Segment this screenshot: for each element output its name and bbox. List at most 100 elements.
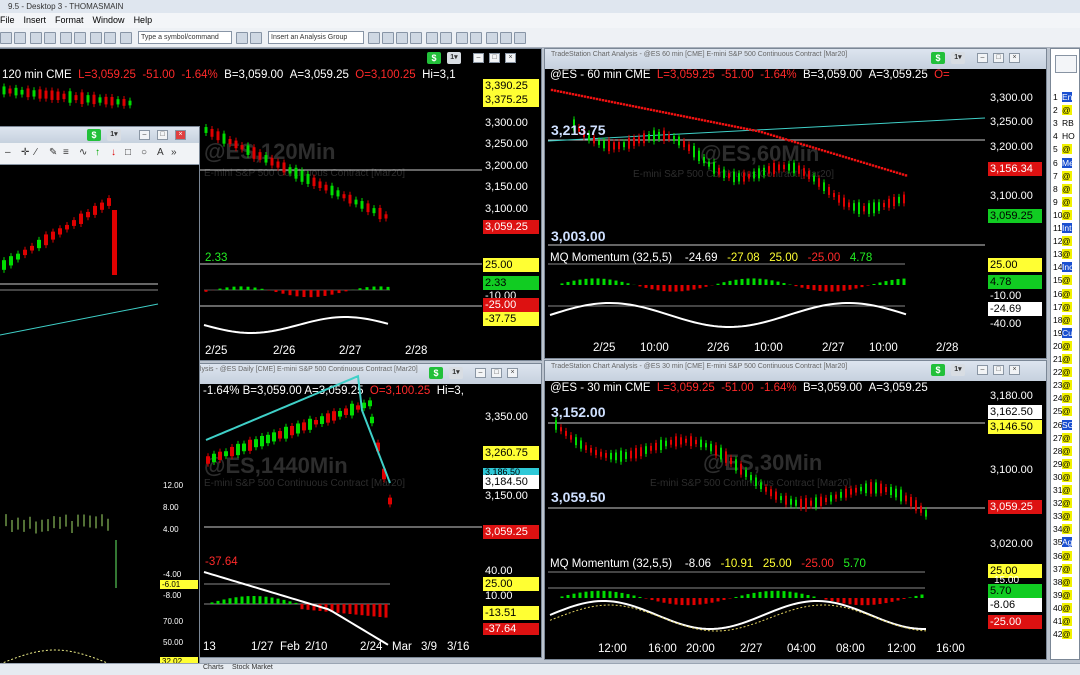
radar-cell[interactable]: @ xyxy=(1062,380,1072,391)
radar-cell[interactable]: @ xyxy=(1062,485,1072,495)
candle-body xyxy=(885,486,887,493)
momentum-bar xyxy=(860,598,864,606)
time-axis-label: 04:00 xyxy=(787,643,816,655)
radar-cell[interactable]: @ xyxy=(1062,471,1072,482)
candle-body xyxy=(710,443,712,452)
momentum-bar xyxy=(848,598,852,605)
momentum-bar xyxy=(920,594,924,598)
radar-cell[interactable]: @ xyxy=(1062,498,1072,509)
radar-cell[interactable]: @ xyxy=(1062,406,1072,417)
candle-body xyxy=(925,510,927,517)
momentum-bar xyxy=(566,595,570,598)
candle-body xyxy=(600,451,602,457)
candle-body xyxy=(580,440,582,449)
signal-line xyxy=(549,604,927,632)
radar-cell[interactable]: @ xyxy=(1062,616,1072,626)
radar-cell[interactable]: @ xyxy=(1062,458,1072,469)
candle-body xyxy=(755,477,757,487)
radar-row-number: 9 xyxy=(1053,196,1058,207)
tab-charts[interactable]: Charts xyxy=(203,664,224,671)
candle-body xyxy=(555,420,557,430)
price-tag: 3,162.50 xyxy=(988,405,1042,419)
radar-cell[interactable]: @ xyxy=(1062,550,1072,561)
indicator-header: MQ Momentum (32,5,5) -8.06 -10.91 25.00 … xyxy=(550,558,866,570)
radar-cell[interactable]: @ xyxy=(1062,301,1072,312)
radar-cell[interactable]: @ xyxy=(1062,432,1072,443)
candle-body xyxy=(685,438,687,443)
candle-body xyxy=(775,491,777,500)
radar-cell[interactable]: @ xyxy=(1062,340,1072,351)
candle-body xyxy=(720,447,722,460)
candle-body xyxy=(630,450,632,459)
tab-stock-market[interactable]: Stock Market xyxy=(232,664,273,671)
momentum-bar xyxy=(656,598,660,602)
candle-body xyxy=(670,439,672,445)
candle-body xyxy=(860,486,862,492)
radar-cell[interactable]: @ xyxy=(1062,563,1072,574)
radar-row-number: 3 xyxy=(1053,118,1058,129)
radar-cell[interactable]: @ xyxy=(1062,367,1072,378)
radar-cell[interactable]: Me xyxy=(1062,157,1074,168)
candle-body xyxy=(725,451,727,463)
radar-cell[interactable]: @ xyxy=(1062,589,1072,600)
radar-cell[interactable]: @ xyxy=(1062,288,1072,299)
momentum-bar xyxy=(590,591,594,598)
price-chart-30min xyxy=(548,417,985,632)
candle-body xyxy=(875,482,877,494)
radar-cell[interactable]: @ xyxy=(1062,170,1072,181)
radar-cell[interactable]: @ xyxy=(1062,105,1072,116)
radar-cell[interactable]: @ xyxy=(1062,524,1072,535)
candle-body xyxy=(640,447,642,457)
candle-body xyxy=(890,486,892,496)
radar-cell[interactable]: @ xyxy=(1062,196,1072,207)
momentum-bar xyxy=(620,592,624,598)
momentum-bar xyxy=(572,593,576,598)
radar-row-number: 1 xyxy=(1053,92,1058,102)
candle-body xyxy=(680,437,682,445)
radar-cell[interactable]: @ xyxy=(1062,354,1072,364)
candle-body xyxy=(830,495,832,502)
momentum-bar xyxy=(608,591,612,598)
candle-body xyxy=(900,489,902,502)
momentum-bar xyxy=(746,594,750,598)
momentum-bar xyxy=(644,598,648,599)
candle-body xyxy=(575,437,577,446)
radar-cell[interactable]: @ xyxy=(1062,275,1072,286)
candle-body xyxy=(565,430,567,436)
momentum-bar xyxy=(668,598,672,604)
radar-cell[interactable]: @ xyxy=(1062,209,1072,220)
candle-body xyxy=(815,497,817,508)
radar-cell[interactable]: @ xyxy=(1062,511,1072,522)
candle-body xyxy=(605,453,607,458)
momentum-bar xyxy=(782,591,786,598)
momentum-bar xyxy=(806,595,810,598)
indicator-tag: -25.00 xyxy=(988,615,1042,629)
radar-cell[interactable]: @ xyxy=(1062,236,1072,247)
radar-cell[interactable]: En xyxy=(1062,92,1072,102)
radar-cell[interactable]: @ xyxy=(1062,629,1072,640)
radar-row-number: 7 xyxy=(1053,170,1058,181)
radar-cell[interactable]: Inc xyxy=(1062,262,1073,273)
radar-cell[interactable]: @ xyxy=(1062,393,1072,404)
momentum-bar xyxy=(908,597,912,598)
candle-body xyxy=(590,447,592,453)
radar-cell[interactable]: @ xyxy=(1062,183,1072,194)
radar-cell[interactable]: Ag xyxy=(1062,537,1072,548)
radar-cell[interactable]: HO xyxy=(1062,131,1075,142)
radar-cell[interactable]: @ xyxy=(1062,602,1072,613)
radar-cell[interactable]: @ xyxy=(1062,144,1072,155)
time-axis-label: 20:00 xyxy=(686,643,715,655)
radar-cell[interactable]: @ xyxy=(1062,249,1072,260)
radar-cell[interactable]: @ xyxy=(1062,576,1072,587)
radar-cell[interactable]: SG xyxy=(1062,419,1074,430)
radar-row-number: 11 xyxy=(1053,223,1062,233)
radar-cell[interactable]: Int xyxy=(1062,223,1072,233)
radar-cell[interactable]: RB xyxy=(1062,118,1074,129)
momentum-bar xyxy=(830,598,834,602)
price-axis-label: 3,100.00 xyxy=(990,464,1033,476)
radar-cell[interactable]: @ xyxy=(1062,445,1072,456)
candle-body xyxy=(855,487,857,493)
candle-body xyxy=(895,488,897,498)
radar-cell[interactable]: Cu xyxy=(1062,327,1073,338)
radar-cell[interactable]: @ xyxy=(1062,314,1072,325)
